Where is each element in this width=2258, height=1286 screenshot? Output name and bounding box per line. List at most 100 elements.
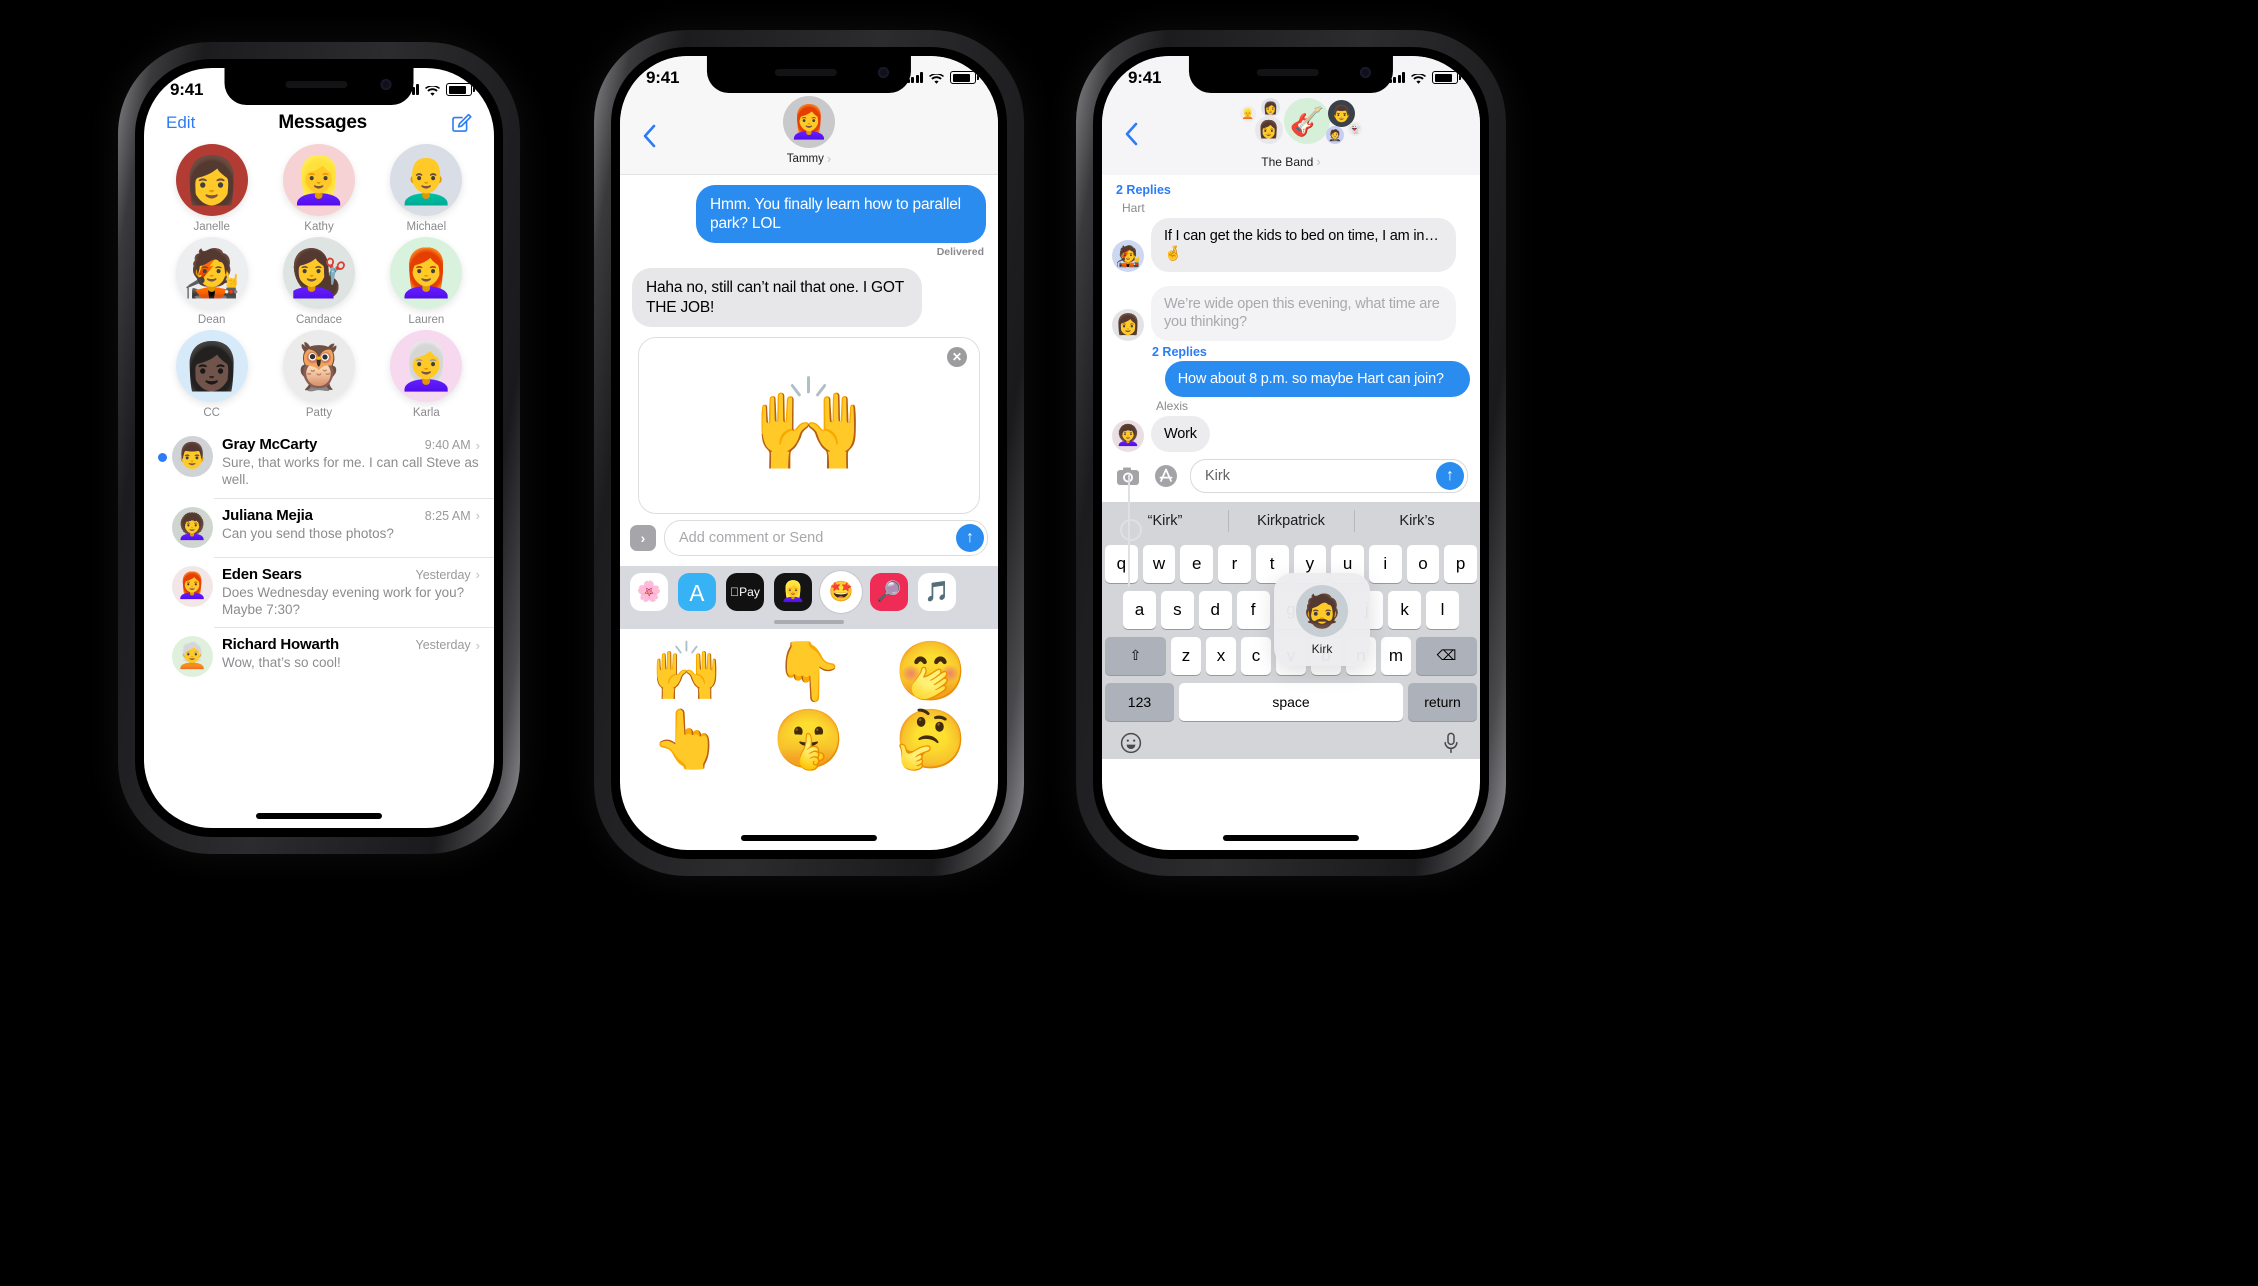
conversation-row[interactable]: 👩‍🦰 Eden Sears Yesterday › Does Wednesday ev… [144, 556, 494, 628]
key-x[interactable]: x [1206, 636, 1236, 675]
mention-suggestion-popup[interactable]: 🧔 Kirk [1274, 573, 1370, 666]
contact-name: Kathy [304, 221, 334, 233]
home-indicator[interactable] [256, 813, 382, 819]
conversation-row[interactable]: 🧑‍🦳 Richard Howarth Yesterday › Wow, that’s … [144, 627, 494, 686]
phone-3-group-chat: 9:41 👱 👩 👩 🎸 👨 🤵 👻 The Band › 2 Replies … [1076, 30, 1506, 876]
appstore-app-icon[interactable]: Ａ [678, 572, 716, 611]
group-member-avatar: 🤵 [1326, 126, 1344, 144]
keyboard-suggestion[interactable]: Kirk’s [1354, 502, 1480, 540]
appstore-icon[interactable] [1152, 462, 1180, 490]
contact-lauren[interactable]: 👩‍🦰 Lauren [373, 237, 480, 326]
comment-input[interactable]: Add comment or Send ↑ [664, 519, 988, 556]
key-f[interactable]: f [1236, 590, 1270, 629]
animoji-app-icon[interactable]: 👱‍♀️ [774, 572, 812, 611]
replies-count-inline[interactable]: 2 Replies [1112, 341, 1470, 361]
back-button[interactable] [1124, 122, 1138, 153]
photos-app-icon[interactable]: 🌸 [630, 572, 668, 611]
group-name: The Band › [1261, 154, 1320, 169]
input-bar: Kirk ↑ [1102, 451, 1480, 502]
key-w[interactable]: w [1142, 544, 1176, 583]
group-member-avatar: 👻 [1348, 122, 1362, 136]
expand-apps-button[interactable]: › [630, 524, 656, 551]
peer-header[interactable]: 👩‍🦰 Tammy › [620, 96, 998, 166]
contact-candace[interactable]: 💇‍♀️ Candace [265, 237, 372, 326]
sticker-item[interactable]: 🤫 [773, 710, 845, 769]
sticker-grid: 🙌 👇 🤭 👆 🤫 🤔 [620, 628, 998, 783]
avatar: 🧑‍🎤 [175, 237, 248, 309]
key-l[interactable]: l [1426, 590, 1460, 629]
contact-janelle[interactable]: 👩 Janelle [158, 144, 265, 233]
key-i[interactable]: i [1368, 544, 1402, 583]
conversation-row[interactable]: 👨 Gray McCarty 9:40 AM › Sure, that works fo… [144, 427, 494, 498]
send-button[interactable]: ↑ [956, 523, 984, 552]
key-r[interactable]: r [1218, 544, 1251, 583]
applepay-app-icon[interactable]: Pay [726, 572, 764, 611]
message-bubble-outgoing: Hmm. You finally learn how to parallel p… [696, 185, 986, 244]
replies-count-top[interactable]: 2 Replies [1112, 179, 1470, 199]
message-row: 🧑‍🎤 If I can get the kids to bed on time… [1112, 218, 1470, 273]
key-z[interactable]: z [1171, 636, 1201, 675]
group-header[interactable]: 👱 👩 👩 🎸 👨 🤵 👻 The Band › [1102, 94, 1480, 169]
return-key[interactable]: return [1408, 682, 1477, 721]
drawer-grabber[interactable] [620, 614, 998, 629]
message-sender-name: Alexis [1156, 398, 1189, 413]
message-bubble-incoming: Haha no, still can’t nail that one. I GO… [632, 268, 922, 327]
sticker-item[interactable]: 👇 [773, 642, 845, 701]
sticker-item[interactable]: 👆 [651, 710, 723, 769]
send-button[interactable]: ↑ [1436, 461, 1464, 490]
avatar: 🦉 [282, 330, 355, 402]
compose-icon[interactable] [450, 112, 472, 134]
numeric-key[interactable]: 123 [1105, 682, 1174, 721]
contact-dean[interactable]: 🧑‍🎤 Dean [158, 237, 265, 326]
sticker-item[interactable]: 🤔 [895, 710, 967, 769]
back-button[interactable] [642, 124, 656, 155]
wifi-icon [1411, 72, 1426, 84]
key-m[interactable]: m [1381, 636, 1411, 675]
conversation-time: 8:25 AM › [424, 508, 480, 524]
contact-name: CC [203, 407, 220, 419]
shift-key[interactable]: ⇧ [1105, 636, 1166, 675]
sticker-item[interactable]: 🙌 [651, 642, 723, 701]
keyboard-suggestion[interactable]: “Kirk” [1102, 502, 1228, 540]
space-key[interactable]: space [1178, 682, 1404, 721]
contact-cc[interactable]: 👩🏿 CC [158, 330, 265, 419]
sticker-preview-card[interactable]: ✕ 🙌 [638, 336, 980, 514]
contact-patty[interactable]: 🦉 Patty [265, 330, 372, 419]
key-c[interactable]: c [1241, 636, 1271, 675]
edit-button[interactable]: Edit [166, 113, 195, 133]
contact-karla[interactable]: 👩‍🦳 Karla [373, 330, 480, 419]
microphone-icon[interactable] [1439, 731, 1463, 755]
group-avatar-cluster: 👱 👩 👩 🎸 👨 🤵 👻 [1216, 94, 1366, 156]
sticker-item[interactable]: 🤭 [895, 642, 967, 701]
screenshot-stage: 9:41 Edit Messages [0, 0, 2258, 1286]
home-indicator[interactable] [740, 835, 878, 841]
key-p[interactable]: p [1444, 544, 1478, 583]
key-s[interactable]: s [1160, 590, 1194, 629]
key-k[interactable]: k [1388, 590, 1422, 629]
key-q[interactable]: q [1104, 544, 1138, 583]
key-a[interactable]: a [1123, 590, 1156, 629]
contact-michael[interactable]: 👨‍🦲 Michael [373, 144, 480, 233]
key-o[interactable]: o [1406, 544, 1440, 583]
group-member-avatar: 👱 [1240, 106, 1256, 122]
key-d[interactable]: d [1198, 590, 1232, 629]
phone-1-screen: 9:41 Edit Messages [144, 68, 494, 828]
chevron-right-icon: › [1316, 154, 1321, 169]
emoji-icon[interactable] [1119, 731, 1143, 755]
memoji-app-icon[interactable]: 🤩 [822, 572, 860, 611]
backspace-key[interactable]: ⌫ [1416, 636, 1477, 675]
conversation-list: 👨 Gray McCarty 9:40 AM › Sure, that works fo… [144, 427, 494, 686]
contact-kathy[interactable]: 👱‍♀️ Kathy [265, 144, 372, 233]
images-app-icon[interactable]: 🔎 [870, 572, 908, 611]
earpiece-speaker [774, 69, 837, 76]
avatar: 💇‍♀️ [282, 237, 355, 309]
message-thread: Hmm. You finally learn how to parallel p… [620, 175, 998, 514]
key-e[interactable]: e [1180, 544, 1214, 583]
keyboard-suggestion[interactable]: Kirkpatrick [1228, 502, 1354, 540]
music-app-icon[interactable]: 🎵 [918, 572, 956, 611]
message-input[interactable]: Kirk ↑ [1190, 458, 1468, 493]
conversation-row[interactable]: 👩‍🦱 Juliana Mejia 8:25 AM › Can you send tho… [144, 497, 494, 557]
home-indicator[interactable] [1222, 835, 1360, 841]
keyboard-row-4: 123 space return [1105, 682, 1477, 721]
close-icon[interactable]: ✕ [947, 346, 967, 367]
